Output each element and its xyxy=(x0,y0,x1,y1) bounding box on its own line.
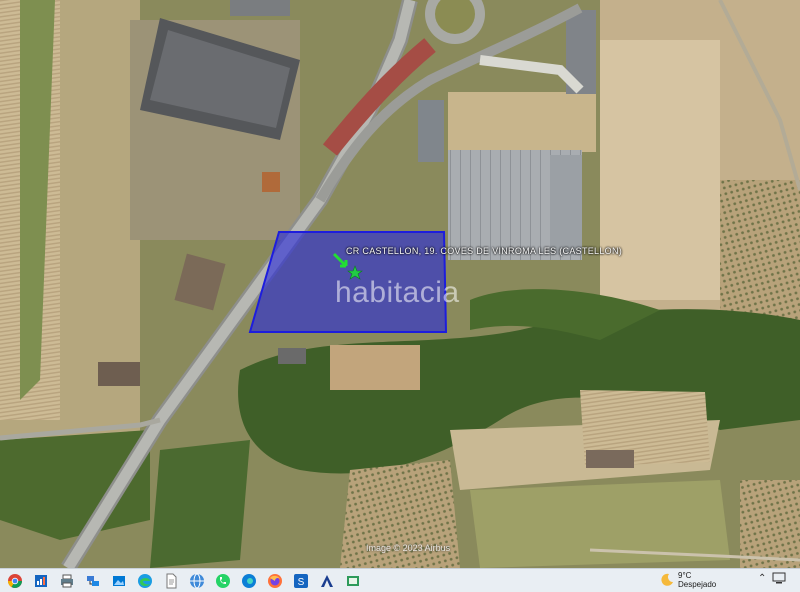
weather-description: Despejado xyxy=(678,580,717,589)
watermark: habitacia xyxy=(335,276,460,309)
photos-icon[interactable] xyxy=(108,570,130,592)
app-green-icon[interactable] xyxy=(342,570,364,592)
system-tray: ⌃ xyxy=(754,572,786,584)
weather-temperature: 9°C xyxy=(678,571,692,580)
satellite-map[interactable]: CR CASTELLON, 19. COVES DE VINROMA LES (… xyxy=(0,0,800,568)
edge-blue-icon[interactable] xyxy=(238,570,260,592)
app-a-icon[interactable] xyxy=(316,570,338,592)
chrome-icon[interactable] xyxy=(4,570,26,592)
imagery-copyright: Image © 2023 Airbus xyxy=(366,543,451,553)
whatsapp-icon[interactable] xyxy=(212,570,234,592)
placemark-label[interactable]: CR CASTELLON, 19. COVES DE VINROMA LES (… xyxy=(346,246,622,256)
network-icon[interactable] xyxy=(82,570,104,592)
svg-text:S: S xyxy=(298,577,305,588)
printer-icon[interactable] xyxy=(56,570,78,592)
firefox-icon[interactable] xyxy=(264,570,286,592)
edge-icon[interactable] xyxy=(134,570,156,592)
network-tray-icon[interactable] xyxy=(772,572,786,584)
app-s-icon[interactable]: S xyxy=(290,570,312,592)
moon-icon xyxy=(661,573,673,586)
browser-icon[interactable] xyxy=(186,570,208,592)
chevron-up-icon[interactable]: ⌃ xyxy=(758,573,766,584)
document-icon[interactable] xyxy=(160,570,182,592)
sales-app-icon[interactable] xyxy=(30,570,52,592)
weather-widget[interactable]: 9°C Despejado xyxy=(660,571,716,589)
